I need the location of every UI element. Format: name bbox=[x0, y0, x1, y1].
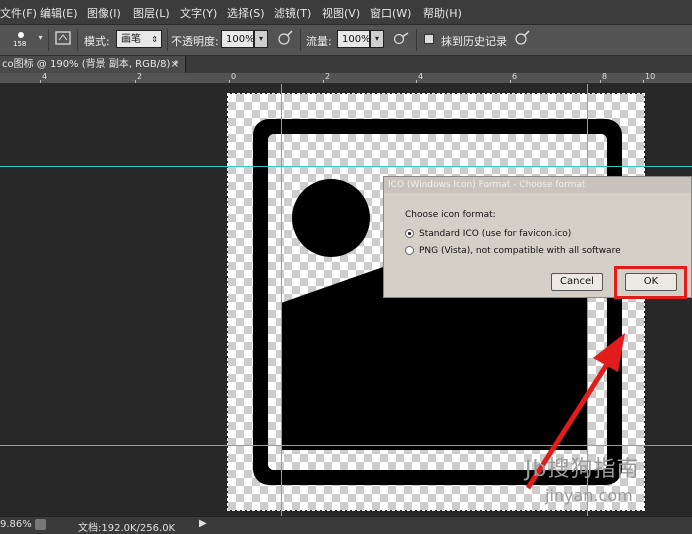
dialog-prompt: Choose icon format: bbox=[405, 210, 496, 220]
dialog-title: ICO (Windows Icon) Format - Choose forma… bbox=[384, 177, 691, 193]
document-info: 文档:192.0K/256.0K bbox=[78, 523, 176, 534]
radio-standard-ico[interactable] bbox=[405, 229, 414, 238]
cancel-button[interactable]: Cancel bbox=[551, 273, 603, 291]
ruler-label: 10 bbox=[645, 72, 656, 81]
radio-png-vista[interactable] bbox=[405, 246, 414, 255]
ruler-label: 2 bbox=[137, 72, 143, 81]
guide-vertical[interactable] bbox=[281, 84, 282, 516]
document-tab[interactable]: co图标 @ 190% (背景 副本, RGB/8) * × bbox=[0, 56, 186, 73]
ruler-label: 8 bbox=[602, 72, 608, 81]
ruler-label: 2 bbox=[325, 72, 331, 81]
guide-horizontal[interactable] bbox=[0, 445, 692, 446]
brush-preset-picker[interactable]: 158 bbox=[10, 29, 32, 49]
menu-filter[interactable]: 滤镜(T) bbox=[274, 5, 311, 21]
play-arrow-icon[interactable]: ▶ bbox=[199, 518, 207, 529]
close-icon[interactable]: × bbox=[171, 56, 179, 73]
opacity-label: 不透明度: bbox=[171, 35, 219, 48]
opacity-dropdown-icon[interactable]: ▾ bbox=[254, 30, 268, 48]
ruler-tick bbox=[135, 80, 136, 83]
pen-pressure-size-icon bbox=[515, 30, 530, 45]
airbrush-button[interactable] bbox=[392, 29, 412, 49]
menu-type[interactable]: 文字(Y) bbox=[180, 5, 217, 21]
ok-highlight-box bbox=[614, 266, 687, 299]
ruler-tick bbox=[323, 80, 324, 83]
history-label: 抹到历史记录 bbox=[441, 35, 507, 48]
picture-frame-artwork bbox=[253, 119, 622, 485]
flow-input[interactable]: 100% bbox=[337, 30, 371, 48]
ruler-label: 6 bbox=[512, 72, 518, 81]
mode-select[interactable]: 画笔 ⇕ bbox=[116, 30, 162, 48]
flow-dropdown-icon[interactable]: ▾ bbox=[370, 30, 384, 48]
brush-size: 158 bbox=[13, 40, 27, 48]
watermark-logo: Jb搜狗指南 bbox=[525, 457, 640, 482]
menu-bar: 文件(F) 编辑(E) 图像(I) 图层(L) 文字(Y) 选择(S) 滤镜(T… bbox=[0, 0, 692, 25]
option-png-label[interactable]: PNG (Vista), not compatible with all sof… bbox=[419, 246, 621, 256]
mode-value: 画笔 bbox=[121, 34, 141, 45]
options-bar: 158 ▾ 模式: 画笔 ⇕ 不透明度: 100% ▾ 流量: 100% ▾ 抹… bbox=[0, 25, 692, 56]
brush-panel-toggle[interactable] bbox=[54, 29, 74, 49]
ruler-tick bbox=[600, 80, 601, 83]
pressure-opacity-button[interactable] bbox=[276, 29, 296, 49]
flow-label: 流量: bbox=[306, 35, 332, 48]
ruler-label: 0 bbox=[231, 72, 237, 81]
ruler-label: 4 bbox=[42, 72, 48, 81]
document-tab-bar: co图标 @ 190% (背景 副本, RGB/8) * × bbox=[0, 56, 692, 73]
menu-select[interactable]: 选择(S) bbox=[227, 5, 265, 21]
document-canvas[interactable] bbox=[227, 93, 645, 511]
ruler-label: 4 bbox=[418, 72, 424, 81]
menu-help[interactable]: 帮助(H) bbox=[423, 5, 462, 21]
menu-window[interactable]: 窗口(W) bbox=[370, 5, 411, 21]
menu-edit[interactable]: 编辑(E) bbox=[40, 5, 78, 21]
airbrush-icon bbox=[393, 32, 409, 45]
document-tab-title: co图标 @ 190% (背景 副本, RGB/8) * bbox=[2, 59, 179, 70]
menu-layer[interactable]: 图层(L) bbox=[133, 5, 170, 21]
zoom-level[interactable]: 9.86% bbox=[0, 519, 32, 530]
brush-dropdown-icon[interactable]: ▾ bbox=[36, 30, 45, 48]
menu-image[interactable]: 图像(I) bbox=[87, 5, 121, 21]
pressure-size-button[interactable] bbox=[513, 29, 533, 49]
horizontal-ruler: 4 2 0 2 4 6 8 10 bbox=[0, 72, 692, 84]
guide-horizontal[interactable] bbox=[0, 166, 692, 167]
option-standard-label[interactable]: Standard ICO (use for favicon.ico) bbox=[419, 229, 571, 239]
mode-label: 模式: bbox=[84, 35, 110, 48]
ruler-tick bbox=[229, 80, 230, 83]
menu-view[interactable]: 视图(V) bbox=[322, 5, 360, 21]
ruler-tick bbox=[40, 80, 41, 83]
ruler-tick bbox=[416, 80, 417, 83]
pen-pressure-icon bbox=[278, 30, 293, 45]
status-bar: 9.86% 文档:192.0K/256.0K ▶ bbox=[0, 516, 692, 534]
watermark-url: jinyan.com bbox=[545, 486, 633, 505]
opacity-input[interactable]: 100% bbox=[221, 30, 255, 48]
menu-file[interactable]: 文件(F) bbox=[0, 5, 37, 21]
sun-shape bbox=[292, 179, 370, 257]
history-checkbox[interactable] bbox=[424, 34, 434, 44]
share-icon[interactable] bbox=[35, 519, 46, 530]
brush-panel-icon bbox=[55, 31, 71, 45]
ruler-tick bbox=[643, 80, 644, 83]
chevron-updown-icon: ⇕ bbox=[151, 35, 158, 44]
ruler-tick bbox=[510, 80, 511, 83]
